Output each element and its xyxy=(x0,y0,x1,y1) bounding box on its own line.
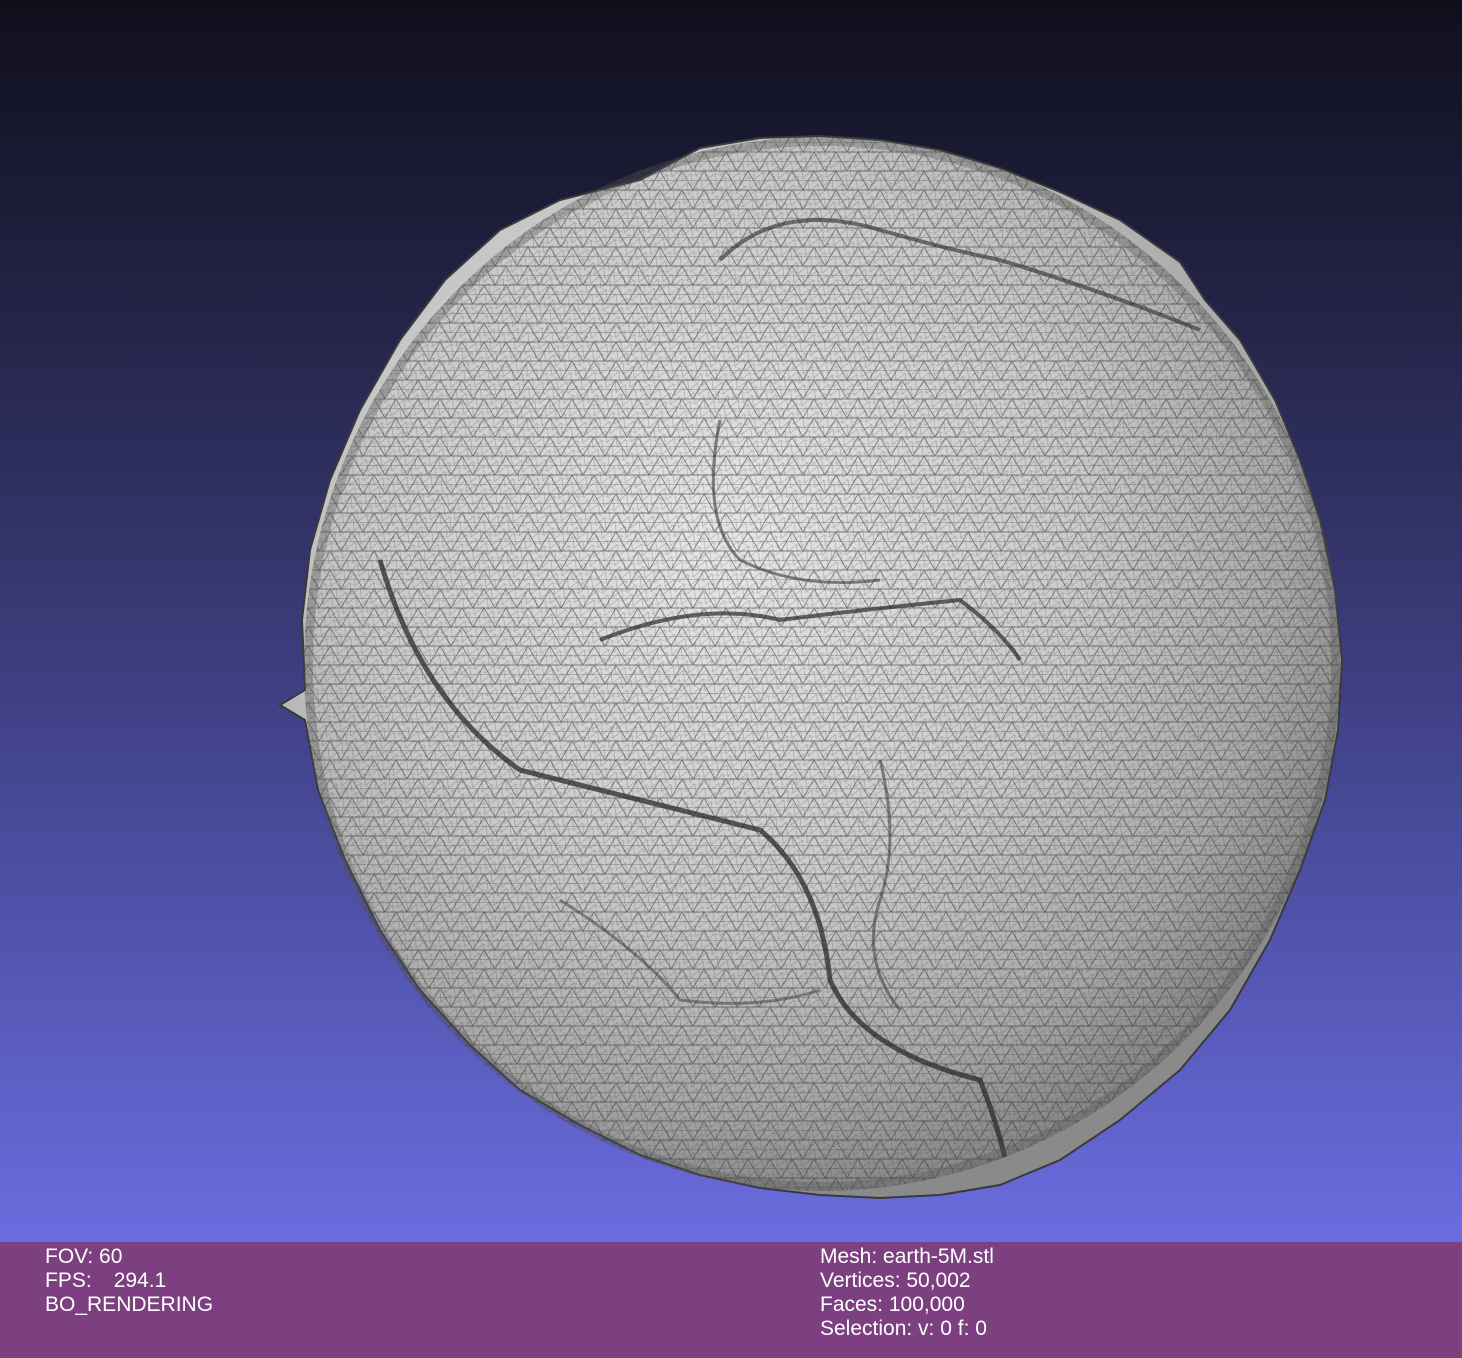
vertices-readout: Vertices: 50,002 xyxy=(820,1269,971,1292)
mesh-info-panel: Mesh: earth-5M.stl Vertices: 50,002 Face… xyxy=(820,1245,994,1341)
faces-readout: Faces: 100,000 xyxy=(820,1293,965,1316)
fps-readout: FPS: 294.1 xyxy=(45,1269,213,1293)
render-info-panel: FOV: 60 FPS: 294.1 BO_RENDERING xyxy=(45,1245,213,1317)
3d-viewport[interactable] xyxy=(0,0,1462,1242)
info-bar: FOV: 60 FPS: 294.1 BO_RENDERING Mesh: ear… xyxy=(0,1242,1462,1358)
render-mode-readout: BO_RENDERING xyxy=(45,1293,214,1316)
fov-readout: FOV: 60 xyxy=(45,1245,123,1268)
fps-value: 294.1 xyxy=(113,1269,167,1292)
mesh-name-readout: Mesh: earth-5M.stl xyxy=(820,1245,994,1268)
selection-readout: Selection: v: 0 f: 0 xyxy=(820,1317,987,1340)
earth-mesh[interactable] xyxy=(0,0,1462,1242)
fps-label: FPS: xyxy=(45,1269,92,1292)
